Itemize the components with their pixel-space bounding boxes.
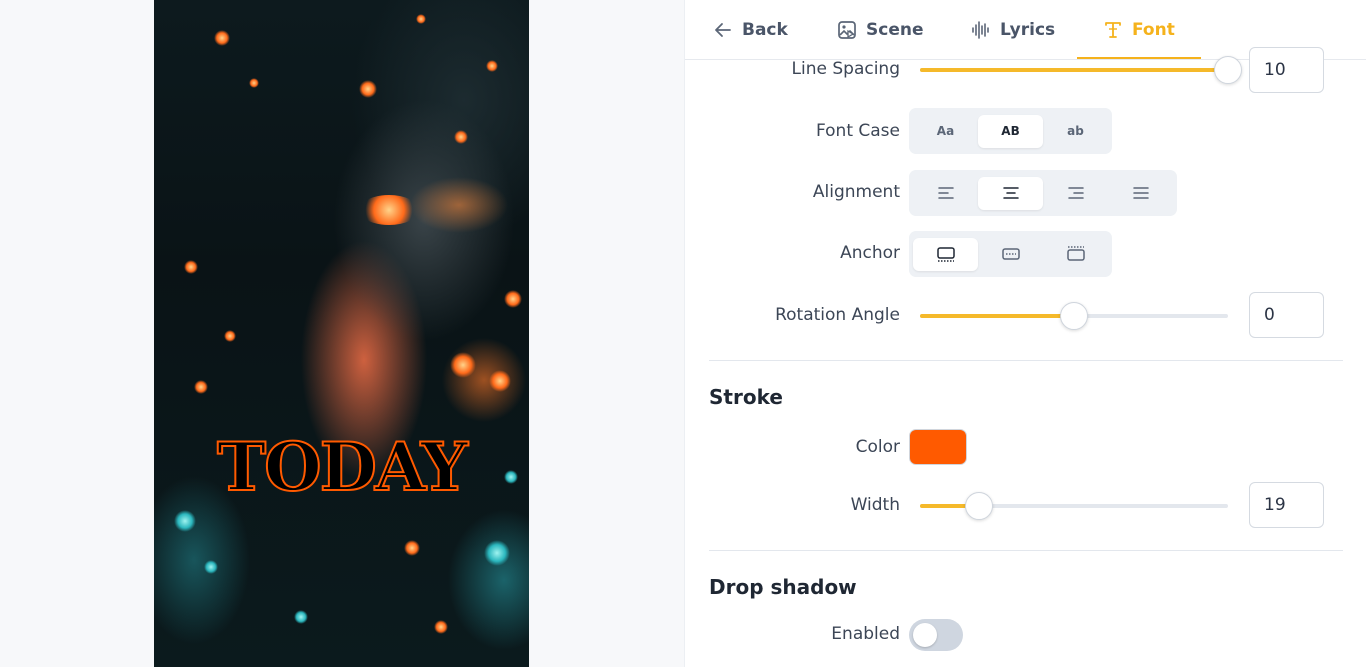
font-case-upper[interactable]: AB bbox=[978, 114, 1043, 148]
font-case-lower[interactable]: ab bbox=[1043, 115, 1108, 148]
glow bbox=[359, 80, 377, 98]
scene-icon bbox=[838, 21, 856, 39]
rotation-angle-label: Rotation Angle bbox=[775, 305, 900, 325]
stroke-color-swatch[interactable] bbox=[909, 429, 967, 465]
settings-panel: Back Scene Lyrics Font Line Spacing 10 F… bbox=[684, 0, 1366, 667]
video-preview: TODAY bbox=[154, 0, 529, 667]
align-center-icon bbox=[1002, 187, 1019, 199]
back-label: Back bbox=[742, 20, 788, 40]
stroke-width-label: Width bbox=[850, 495, 900, 515]
tab-font[interactable]: Font bbox=[1103, 0, 1175, 60]
anchor-middle-button[interactable] bbox=[978, 238, 1043, 271]
glow bbox=[359, 195, 419, 225]
back-button[interactable]: Back bbox=[713, 0, 788, 60]
font-case-title[interactable]: Aa bbox=[913, 115, 978, 148]
stroke-color-label: Color bbox=[855, 437, 900, 457]
glow bbox=[184, 260, 198, 274]
glow bbox=[204, 560, 218, 574]
text-icon bbox=[1105, 22, 1121, 38]
slider-fill bbox=[920, 314, 1074, 318]
anchor-group bbox=[909, 231, 1112, 277]
align-justify-button[interactable] bbox=[1108, 177, 1173, 210]
tab-lyrics-label: Lyrics bbox=[1000, 20, 1056, 40]
align-center-button[interactable] bbox=[978, 176, 1043, 210]
glow bbox=[224, 330, 236, 342]
rotation-angle-slider[interactable] bbox=[920, 302, 1228, 330]
alignment-label: Alignment bbox=[812, 182, 900, 202]
waveform-icon bbox=[972, 21, 989, 39]
glow bbox=[486, 60, 498, 72]
tab-font-label: Font bbox=[1132, 20, 1175, 40]
align-left-icon bbox=[937, 187, 954, 199]
slider-thumb[interactable] bbox=[1060, 302, 1088, 330]
anchor-middle-icon bbox=[1001, 248, 1020, 260]
divider bbox=[709, 360, 1343, 361]
slider-thumb[interactable] bbox=[1214, 56, 1242, 84]
stroke-width-slider[interactable] bbox=[920, 492, 1228, 520]
align-justify-icon bbox=[1132, 187, 1149, 199]
glow bbox=[454, 130, 468, 144]
tab-scene-label: Scene bbox=[866, 20, 924, 40]
divider bbox=[709, 550, 1343, 551]
glow bbox=[294, 610, 308, 624]
line-spacing-label: Line Spacing bbox=[791, 59, 900, 79]
glow bbox=[489, 370, 511, 392]
arrow-left-icon bbox=[715, 23, 731, 37]
stroke-section-title: Stroke bbox=[709, 385, 783, 409]
glow bbox=[504, 290, 522, 308]
tab-scene[interactable]: Scene bbox=[837, 0, 923, 60]
glow bbox=[434, 620, 448, 634]
drop-shadow-section-title: Drop shadow bbox=[709, 575, 857, 599]
line-spacing-slider[interactable] bbox=[920, 56, 1242, 84]
glow bbox=[174, 510, 196, 532]
glow bbox=[214, 30, 230, 46]
glow bbox=[484, 540, 510, 566]
anchor-top-icon bbox=[1066, 246, 1085, 261]
font-case-label: Font Case bbox=[815, 121, 900, 141]
glow bbox=[450, 352, 476, 378]
glow bbox=[249, 78, 259, 88]
tab-lyrics[interactable]: Lyrics bbox=[971, 0, 1055, 60]
glow bbox=[416, 14, 426, 24]
anchor-top-button[interactable] bbox=[1043, 238, 1108, 271]
anchor-bottom-icon bbox=[936, 247, 955, 262]
glow bbox=[194, 380, 208, 394]
align-right-icon bbox=[1067, 187, 1084, 199]
drop-shadow-toggle[interactable] bbox=[909, 619, 963, 651]
slider-thumb[interactable] bbox=[964, 492, 993, 520]
line-spacing-input[interactable]: 10 bbox=[1249, 47, 1324, 93]
glow bbox=[404, 540, 420, 556]
font-case-group: Aa AB ab bbox=[909, 108, 1112, 154]
overlay-text[interactable]: TODAY bbox=[154, 427, 529, 507]
drop-shadow-enabled-label: Enabled bbox=[831, 624, 900, 644]
anchor-bottom-button[interactable] bbox=[913, 237, 978, 271]
alignment-group bbox=[909, 170, 1177, 216]
align-left-button[interactable] bbox=[913, 177, 978, 210]
align-right-button[interactable] bbox=[1043, 177, 1108, 210]
toggle-knob bbox=[913, 623, 937, 647]
rotation-angle-input[interactable]: 0 bbox=[1249, 292, 1324, 338]
slider-fill bbox=[920, 68, 1228, 72]
anchor-label: Anchor bbox=[840, 243, 900, 263]
stroke-width-input[interactable]: 19 bbox=[1249, 482, 1324, 528]
active-tab-indicator bbox=[1077, 57, 1201, 59]
